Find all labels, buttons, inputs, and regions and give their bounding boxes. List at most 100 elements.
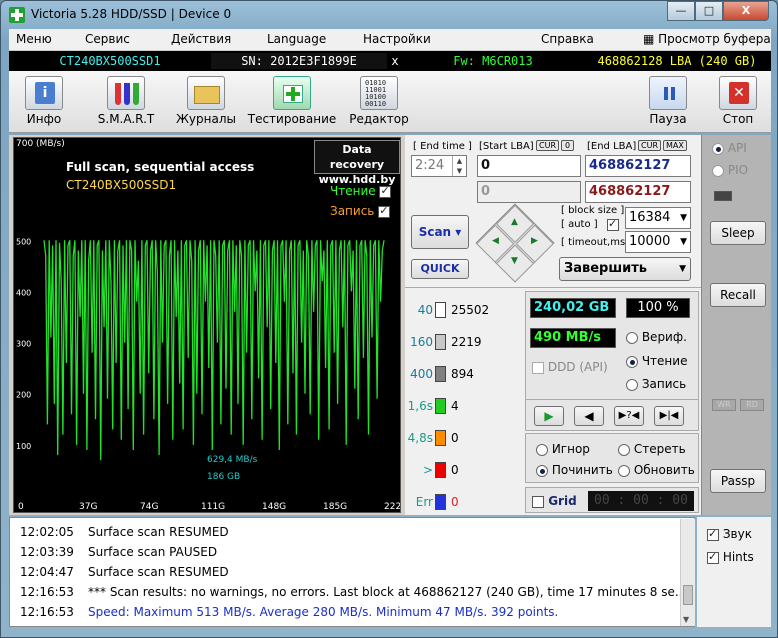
log-time: 12:16:53 [20, 585, 74, 599]
timeout-select[interactable]: 10000 ▼ [625, 231, 691, 253]
verify-label: Вериф. [641, 330, 687, 344]
repair-radio[interactable]: Починить [536, 463, 613, 477]
grid-checkbox[interactable]: Grid [532, 494, 577, 508]
log-scroll-thumb[interactable] [683, 585, 693, 605]
auto-checkbox[interactable] [607, 217, 619, 231]
log-scrollbar[interactable]: ▼ [680, 519, 695, 626]
api-radio[interactable]: API [712, 141, 747, 155]
editor-label: Редактор [349, 112, 409, 126]
log-time: 12:03:39 [20, 545, 74, 559]
ddd-check [532, 361, 544, 374]
start-cur-button[interactable]: CUR [536, 140, 559, 151]
maximize-button[interactable]: □ [695, 1, 723, 21]
app-cross-icon [9, 7, 25, 23]
grid-label: Grid [548, 494, 577, 508]
menu-service[interactable]: Сервис [85, 32, 130, 46]
y-tick-label: 100 [16, 442, 31, 451]
buffer-view-menu[interactable]: ▦ Просмотр буфера [643, 32, 771, 46]
end-button[interactable]: ▶|◀ [654, 406, 684, 426]
menu-main[interactable]: Меню [16, 32, 52, 46]
ddd-checkbox[interactable]: DDD (API) [532, 360, 608, 374]
ignore-radio[interactable]: Игнор [536, 442, 590, 456]
pio-radio[interactable]: PIO [712, 163, 748, 177]
menu-actions[interactable]: Действия [171, 32, 231, 46]
end-time-label: [ End time ] [413, 141, 472, 152]
write-mode-label: Запись [641, 377, 687, 391]
scroll-down-icon[interactable]: ▼ [683, 615, 689, 624]
write-radio-dot [626, 378, 638, 391]
quick-button[interactable]: QUICK [411, 259, 469, 279]
menu-settings[interactable]: Настройки [363, 32, 431, 46]
ddd-label: DDD (API) [547, 360, 608, 374]
start-lba-input[interactable]: 0 [477, 155, 581, 177]
end-lba-secondary: 468862127 [585, 181, 691, 203]
write-legend-checkbox[interactable] [378, 204, 391, 218]
log-time: 12:02:05 [20, 525, 74, 539]
main-window: Victoria 5.28 HDD/SSD | Device 0 — □ X М… [0, 0, 778, 638]
scan-button[interactable]: Scan ▾ [411, 215, 469, 249]
sleep-button[interactable]: Sleep [710, 221, 766, 245]
finish-dropdown-icon: ▼ [679, 264, 686, 274]
logs-folder-icon [187, 76, 225, 110]
end-lba-input[interactable]: 468862127 [585, 155, 691, 177]
close-button[interactable]: X [723, 1, 769, 21]
pause-button[interactable]: Пауза [633, 75, 703, 131]
block-size-label: [ block size ] [561, 205, 625, 216]
info-button[interactable]: i Инфо [9, 75, 79, 131]
rewind-button[interactable]: ◀ [574, 406, 604, 426]
status-panel: 240,02 GB 100 % 490 MB/s Вериф. DDD (API… [525, 291, 699, 403]
log-options: Звук Hints [697, 517, 771, 627]
recall-button[interactable]: Recall [710, 283, 766, 307]
end-max-button[interactable]: MAX [663, 140, 687, 151]
sound-checkbox[interactable]: Звук [707, 527, 752, 541]
stop-button[interactable]: ✕ Стоп [703, 75, 773, 131]
verify-radio[interactable]: Вериф. [626, 330, 687, 344]
sound-check [707, 527, 719, 541]
update-radio[interactable]: Обновить [618, 463, 695, 477]
logs-button[interactable]: Журналы [171, 75, 241, 131]
counter-swatch [435, 430, 446, 446]
device-capacity: 468862128 LBA (240 GB) [597, 54, 757, 68]
read-legend: Чтение [330, 184, 392, 198]
erase-radio[interactable]: Стереть [618, 442, 686, 456]
read-speed-series [43, 240, 385, 461]
smart-label: S.M.A.R.T [97, 112, 155, 126]
finish-select[interactable]: Завершить ▼ [559, 257, 691, 281]
write-radio[interactable]: Запись [626, 377, 686, 391]
block-size-select[interactable]: 16384 ▼ [625, 207, 691, 229]
hints-label: Hints [722, 550, 754, 564]
log-message: Surface scan RESUMED [88, 565, 229, 579]
x-tick-label: 0 [18, 502, 24, 512]
write-legend: Запись [330, 204, 391, 218]
hints-checkbox[interactable]: Hints [707, 550, 754, 564]
log-message: Surface scan PAUSED [88, 545, 218, 559]
log-message: *** Scan results: no warnings, no errors… [88, 585, 687, 599]
speed-graph: 500 400 300 200 100 0 37G 74G 111G 148G 185G 222G 7… [13, 137, 401, 513]
random-button[interactable]: ▶?◀ [614, 406, 644, 426]
play-button[interactable]: ▶ [534, 406, 564, 426]
counter-label: 400 [410, 367, 433, 381]
read-radio[interactable]: Чтение [626, 354, 687, 368]
info-label: Инфо [26, 112, 62, 126]
side-panel: API PIO Sleep Recall WR RD Passp [701, 135, 771, 515]
editor-button[interactable]: 01010 11001 10100 00110 Редактор [341, 75, 417, 131]
smart-button[interactable]: S.M.A.R.T [87, 75, 165, 131]
end-cur-button[interactable]: CUR [638, 140, 661, 151]
start-lba-label: [Start LBA] [479, 141, 534, 152]
start-lba-secondary: 0 [477, 181, 581, 203]
menu-bar: Меню Сервис Действия Language Настройки … [9, 29, 771, 51]
menu-language[interactable]: Language [267, 32, 326, 46]
menu-help[interactable]: Справка [541, 32, 594, 46]
read-legend-checkbox[interactable] [379, 184, 392, 198]
speed-display: 490 MB/s [530, 328, 616, 348]
start-zero-button[interactable]: 0 [561, 140, 575, 151]
minimize-button[interactable]: — [667, 1, 695, 21]
passp-button[interactable]: Passp [710, 469, 766, 493]
testing-button[interactable]: Тестирование [247, 75, 337, 131]
end-time-spinner[interactable]: ▲ ▼ [452, 156, 466, 176]
percent-display: 100 % [626, 298, 690, 318]
y-tick-label: 300 [16, 340, 31, 349]
brand-line-1: Data recovery [329, 143, 385, 171]
end-lba-label: [End LBA] [587, 141, 637, 152]
counter-value: 0 [451, 495, 459, 509]
